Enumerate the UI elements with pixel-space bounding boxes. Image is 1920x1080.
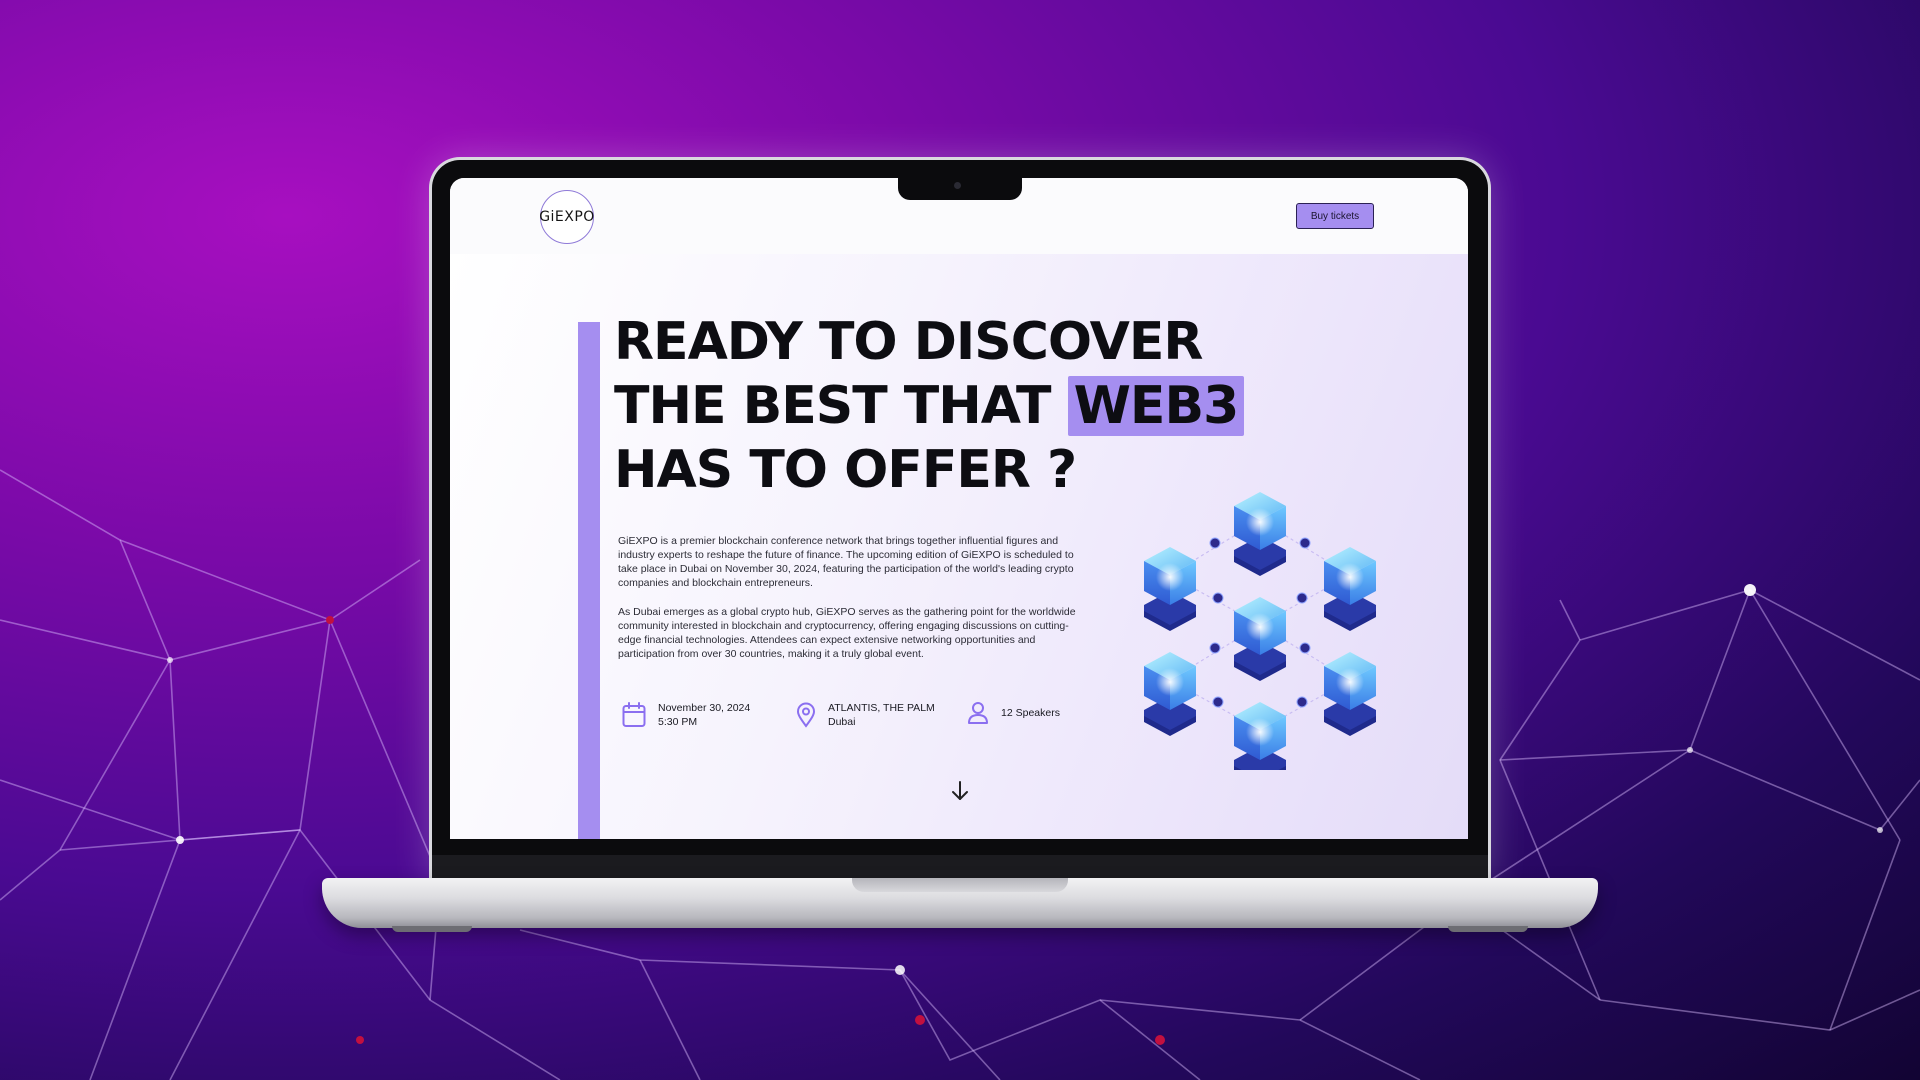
accent-bar — [578, 322, 600, 839]
event-date: November 30, 2024 5:30 PM — [622, 701, 750, 729]
site-logo[interactable]: GiEXPO — [539, 190, 594, 244]
event-location-text: ATLANTIS, THE PALM Dubai — [828, 701, 935, 729]
headline-highlight: WEB3 — [1067, 376, 1245, 436]
headline-line-1: READY TO DISCOVER — [614, 312, 1203, 372]
event-speakers-value: 12 Speakers — [1001, 707, 1060, 719]
laptop-base-groove — [852, 878, 1068, 892]
calendar-icon — [622, 702, 646, 727]
person-icon — [968, 702, 988, 724]
buy-tickets-button[interactable]: Buy tickets — [1296, 203, 1374, 229]
event-venue-value: ATLANTIS, THE PALM — [828, 702, 935, 714]
hero-paragraph-2: As Dubai emerges as a global crypto hub,… — [618, 606, 1076, 660]
event-speakers-text: 12 Speakers — [1001, 706, 1060, 720]
map-pin-icon — [796, 702, 816, 728]
laptop-base — [322, 878, 1598, 932]
laptop-lid: GiEXPO Buy tickets READY TO DISCOVER THE… — [432, 160, 1488, 882]
laptop-foot-left — [392, 926, 472, 932]
event-time-value: 5:30 PM — [658, 716, 698, 728]
event-location: ATLANTIS, THE PALM Dubai — [796, 701, 935, 729]
event-date-value: November 30, 2024 — [658, 702, 751, 714]
laptop: GiEXPO Buy tickets READY TO DISCOVER THE… — [432, 160, 1488, 882]
blockchain-cubes-icon — [1144, 492, 1376, 770]
laptop-screen: GiEXPO Buy tickets READY TO DISCOVER THE… — [450, 178, 1468, 839]
camera-notch — [898, 176, 1022, 200]
headline-line-2: THE BEST THAT WEB3 — [614, 374, 1254, 438]
camera-icon — [954, 182, 961, 189]
arrow-down-icon[interactable] — [948, 779, 972, 803]
event-speakers: 12 Speakers — [967, 701, 1060, 725]
laptop-foot-right — [1448, 926, 1528, 932]
hero-paragraph-1: GiEXPO is a premier blockchain conferenc… — [618, 535, 1074, 589]
hero-headline: READY TO DISCOVER THE BEST THAT WEB3 HAS… — [614, 310, 1254, 502]
event-city-value: Dubai — [828, 716, 856, 728]
headline-line-2-text: THE BEST THAT — [614, 376, 1051, 436]
event-date-text: November 30, 2024 5:30 PM — [658, 701, 750, 729]
